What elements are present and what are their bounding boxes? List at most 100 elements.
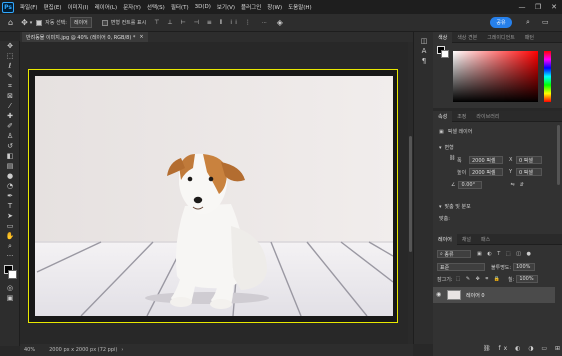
fill-field[interactable]: 100% [516,275,539,283]
layer-name[interactable]: 레이어 0 [466,292,485,299]
menu-type[interactable]: 문자(Y) [123,3,141,11]
menu-edit[interactable]: 편집(E) [44,3,62,11]
x-field[interactable]: 0 픽셀 [516,156,542,164]
menu-layer[interactable]: 레이어(L) [95,3,118,11]
zoom-level[interactable]: 40% [24,347,35,353]
move-tool-icon[interactable]: ✥ [21,18,28,27]
tab-libraries[interactable]: 라이브러리 [471,111,504,122]
history-brush-icon[interactable]: ↺ [0,141,20,151]
menu-image[interactable]: 이미지(I) [67,3,88,11]
tab-paths[interactable]: 패스 [476,234,495,245]
close-icon[interactable]: ✕ [546,0,562,14]
hand-tool-icon[interactable]: ✋ [0,231,20,241]
tab-color[interactable]: 색상 [433,31,453,43]
more-options-icon[interactable]: ··· [262,20,267,26]
home-icon[interactable]: ⌂ [8,18,13,27]
hue-slider[interactable] [544,51,551,102]
tab-adjustments[interactable]: 조정 [452,111,471,122]
eraser-tool-icon[interactable]: ◧ [0,151,20,161]
maximize-icon[interactable]: ❐ [530,0,546,14]
filter-icons[interactable]: ▣ ◐ T ⬚ ◫ ● [477,251,533,257]
frame-tool-icon[interactable]: ⊠ [0,91,20,101]
layer-actions[interactable]: ⛓ fx ◐ ◑ ▭ ⊞ 🗑 [483,345,562,352]
share-button[interactable]: 공유 [490,17,512,28]
marquee-tool-icon[interactable]: ⬚ [0,51,20,61]
crop-tool-icon[interactable]: ⌗ [0,81,20,91]
layer-row[interactable]: ◉ 레이어 0 [433,287,555,303]
blend-mode-dropdown[interactable]: 표준 [437,263,485,271]
lock-icons[interactable]: ⬚ ✎ ✥ ⌗ 🔒 [456,276,503,282]
menu-3d[interactable]: 3D(D) [195,4,211,10]
lasso-tool-icon[interactable]: ℓ [0,61,20,71]
more-tools-icon[interactable]: ··· [0,251,20,261]
tab-properties[interactable]: 속성 [433,110,453,122]
height-field[interactable]: 2000 픽셀 [469,168,503,176]
menu-filter[interactable]: 필터(T) [171,3,189,11]
eye-icon[interactable]: ◉ [436,291,441,298]
menu-view[interactable]: 보기(V) [217,3,235,11]
tab-layers[interactable]: 레이어 [433,233,457,245]
dog-photo[interactable] [35,76,393,316]
align-section[interactable]: ▾ 맞춤 및 분포 [439,203,471,211]
healing-tool-icon[interactable]: ✚ [0,111,20,121]
angle-field[interactable]: 0.00° [458,181,483,189]
properties-scrollbar[interactable] [557,125,560,185]
color-swatches[interactable] [0,261,19,283]
type-tool-icon[interactable]: T [0,201,20,211]
3d-mode-icon[interactable]: ◈ [277,18,283,27]
transform-controls-checkbox[interactable] [101,19,108,26]
stamp-tool-icon[interactable]: ♙ [0,131,20,141]
paragraph-panel-icon[interactable]: ¶ [414,56,434,66]
document-info[interactable]: 2000 px x 2000 px (72 ppi) [49,347,117,353]
quick-select-tool-icon[interactable]: ✎ [0,71,20,81]
transform-section[interactable]: ▾ 변형 [439,144,454,152]
chevron-down-icon[interactable]: ▾ [30,20,33,26]
workspace-icon[interactable]: ▭ [542,18,549,26]
search-icon[interactable]: ⌕ [526,18,530,27]
layer-filter-dropdown[interactable]: ⌕ 종류 [437,250,471,258]
width-field[interactable]: 2000 픽셀 [469,156,503,164]
eyedropper-tool-icon[interactable]: ⁄ [0,101,20,111]
pixel-layer-label: 픽셀 레이어 [447,129,473,135]
menu-help[interactable]: 도움말(H) [288,3,312,11]
flip-vertical-icon[interactable]: ⇵ [520,182,524,188]
chevron-right-icon[interactable]: › [121,347,123,353]
pen-tool-icon[interactable]: ✒ [0,191,20,201]
history-panel-icon[interactable]: ◫ [414,36,434,46]
opacity-field[interactable]: 100% [513,263,536,271]
tab-gradients[interactable]: 그레이디언트 [482,32,520,43]
auto-select-checkbox[interactable] [36,19,43,26]
screen-mode-icon[interactable]: ▣ [0,293,20,303]
menu-file[interactable]: 파일(F) [20,3,38,11]
quick-mask-icon[interactable]: ◎ [0,283,20,293]
document-tab[interactable]: 반려동물 이미지.jpg @ 40% (레이어 0, RGB/8) * × [22,32,148,42]
close-tab-icon[interactable]: × [139,34,143,40]
blur-tool-icon[interactable]: ● [0,171,20,181]
move-tool-icon[interactable]: ✥ [0,41,20,51]
layer-filter-row: ⌕ 종류 ▣ ◐ T ⬚ ◫ ● [437,250,533,258]
background-color[interactable] [8,270,17,279]
menu-window[interactable]: 창(W) [267,3,282,11]
flip-horizontal-icon[interactable]: ⇋ [510,182,514,188]
menu-plugins[interactable]: 플러그인 [241,3,261,11]
shape-tool-icon[interactable]: ▭ [0,221,20,231]
color-picker-field[interactable] [453,51,538,102]
dog-photo-image [35,76,393,316]
dodge-tool-icon[interactable]: ◔ [0,181,20,191]
link-icon[interactable]: ⛓ [449,155,455,161]
path-select-tool-icon[interactable]: ➤ [0,211,20,221]
background-swatch[interactable] [441,50,449,58]
minimize-icon[interactable]: — [514,0,530,14]
y-field[interactable]: 0 픽셀 [516,168,542,176]
menu-select[interactable]: 선택(S) [147,3,165,11]
tab-patterns[interactable]: 패턴 [520,32,539,43]
zoom-tool-icon[interactable]: ⌕ [0,241,20,251]
tab-swatches[interactable]: 색상 견본 [452,32,482,43]
tab-channels[interactable]: 채널 [457,234,476,245]
auto-select-dropdown[interactable]: 레이어 [69,17,92,28]
gradient-tool-icon[interactable]: ▤ [0,161,20,171]
character-panel-icon[interactable]: A [414,46,434,56]
brush-tool-icon[interactable]: ✐ [0,121,20,131]
align-icons[interactable]: ⊤ ⊥ ⊢ ⊣ ≡ ⦀ ⁞⁞ ⋮ [154,19,254,27]
height-label: 높이 [457,169,467,176]
